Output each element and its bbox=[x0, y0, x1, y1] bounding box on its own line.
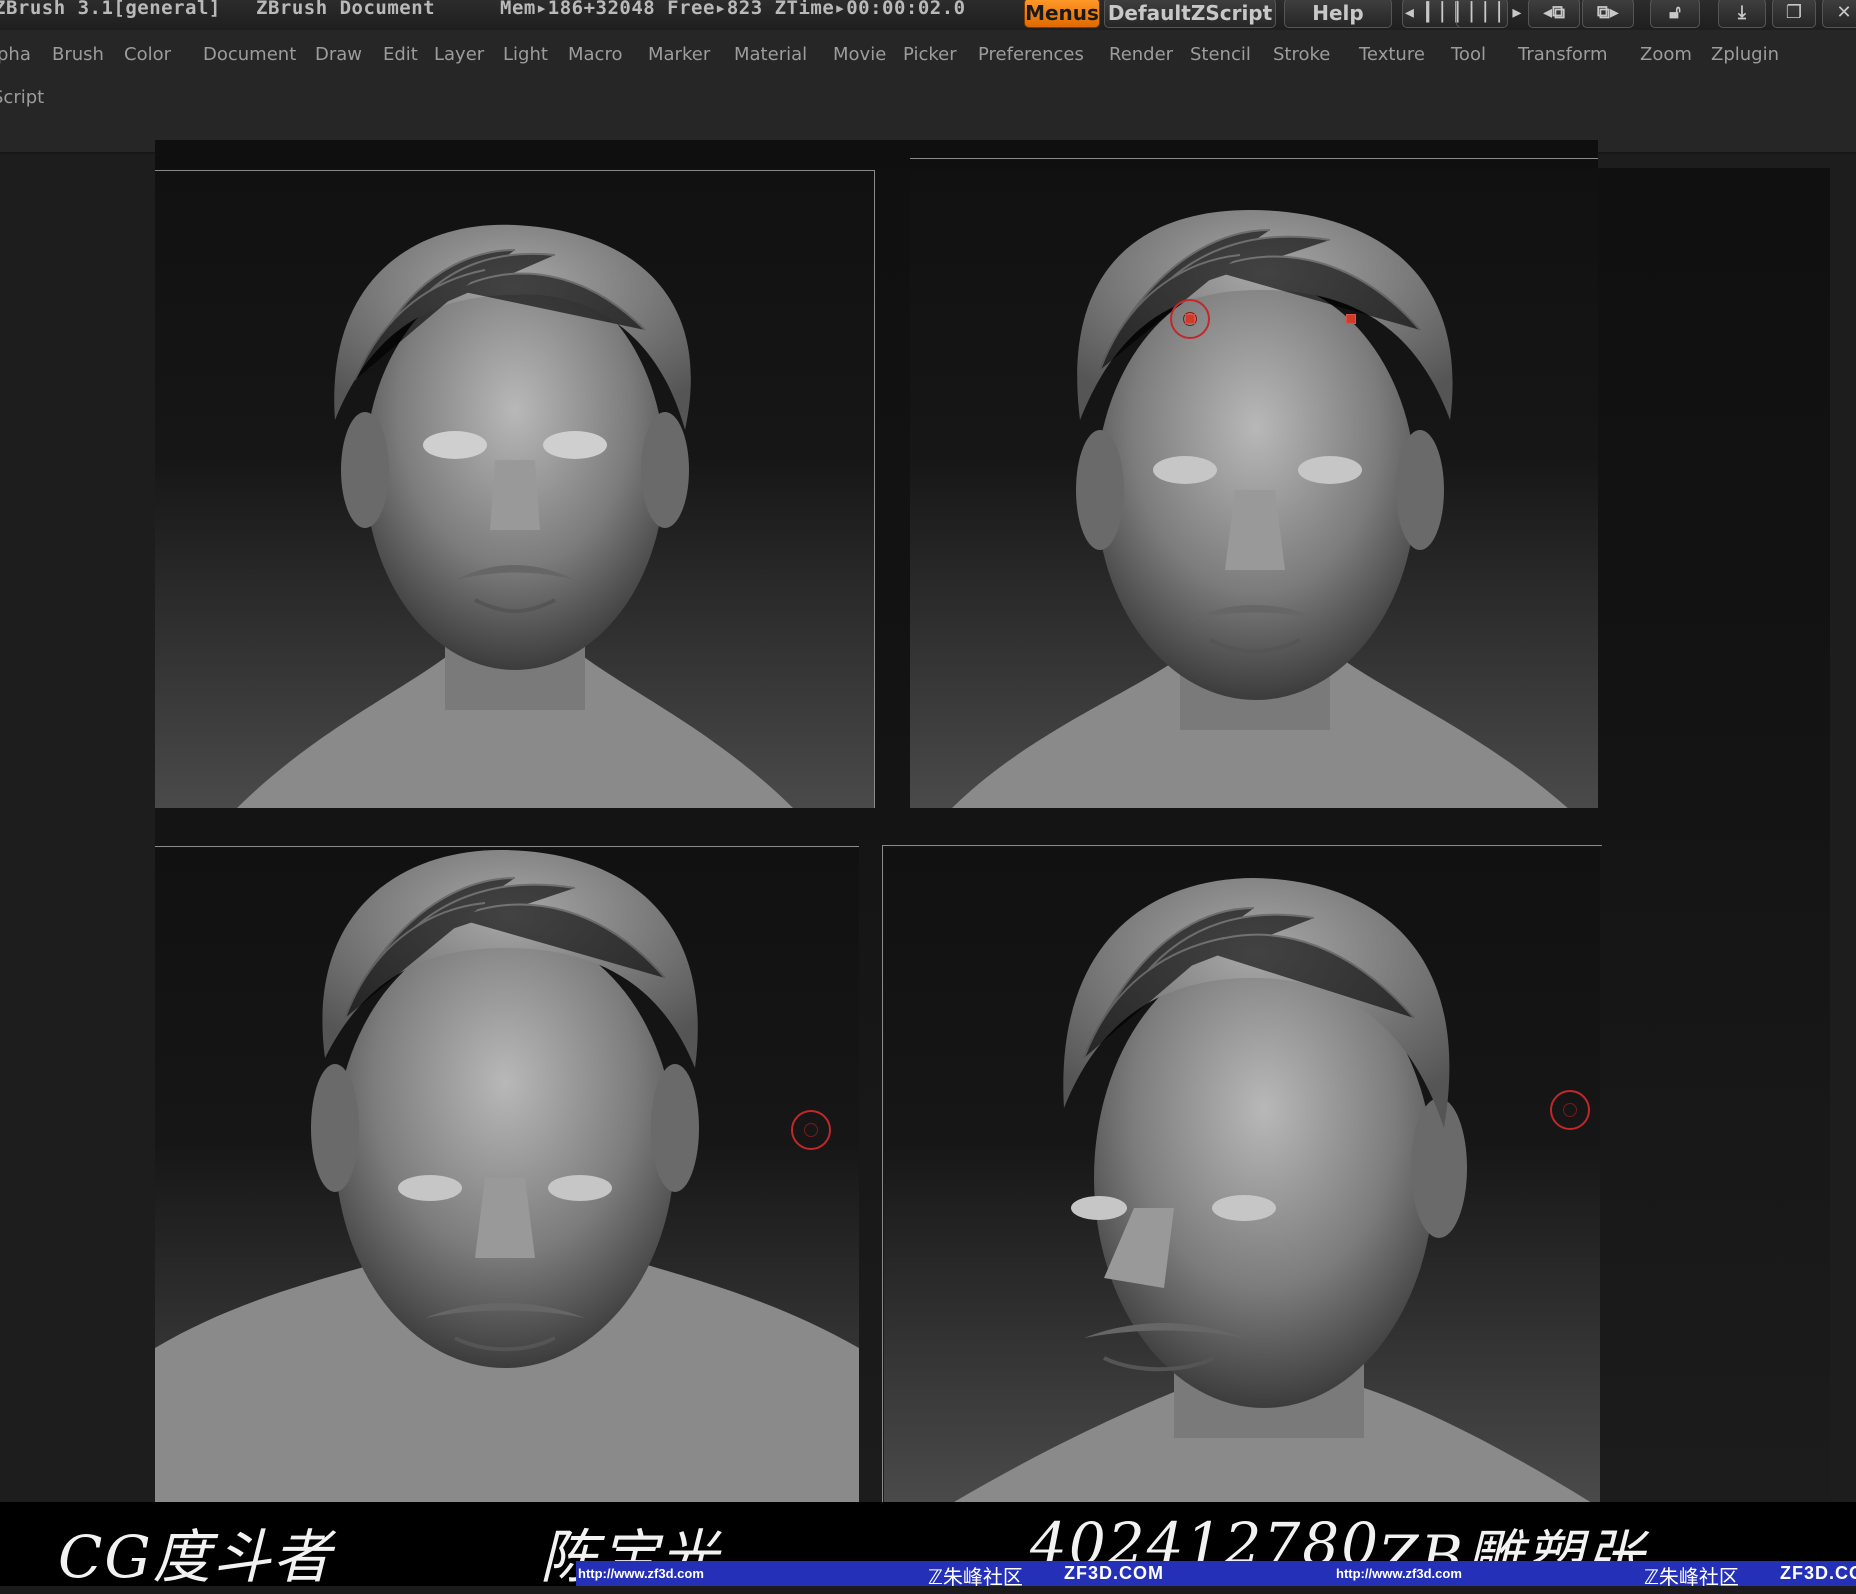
menu-zscript[interactable]: Script bbox=[0, 87, 44, 108]
render-perspective-view bbox=[910, 170, 1598, 808]
menu-layer[interactable]: Layer bbox=[434, 44, 484, 65]
frame-line bbox=[910, 158, 1598, 159]
render-front-view bbox=[155, 170, 875, 808]
lock-icon[interactable]: 🔓︎ bbox=[1650, 0, 1700, 28]
document-title: ZBrush Document bbox=[256, 0, 436, 19]
menu-tool[interactable]: Tool bbox=[1451, 44, 1486, 65]
menu-movie[interactable]: Movie bbox=[833, 44, 886, 65]
menu-stroke[interactable]: Stroke bbox=[1273, 44, 1330, 65]
menu-material[interactable]: Material bbox=[734, 44, 807, 65]
watermark-url: http://www.zf3d.com bbox=[578, 1566, 704, 1581]
menu-zplugin[interactable]: Zplugin bbox=[1711, 44, 1779, 65]
head-sculpt-threequarter bbox=[954, 878, 1591, 1502]
menu-preferences[interactable]: Preferences bbox=[978, 44, 1084, 65]
menu-brush[interactable]: Brush bbox=[52, 44, 104, 65]
watermark-domain: ZF3D.COM bbox=[1780, 1563, 1856, 1583]
menu-stencil[interactable]: Stencil bbox=[1190, 44, 1251, 65]
menu-alpha[interactable]: lpha bbox=[0, 44, 31, 65]
menu-light[interactable]: Light bbox=[503, 44, 548, 65]
scroll-right-icon[interactable]: ▏▏▏▏▸ bbox=[1456, 0, 1521, 28]
layout-icon-2[interactable]: ⧉▸ bbox=[1582, 0, 1634, 28]
close-icon[interactable]: ✕ bbox=[1822, 0, 1856, 28]
menus-button[interactable]: Menus bbox=[1024, 0, 1100, 28]
default-zscript-button[interactable]: DefaultZScript bbox=[1104, 0, 1276, 28]
head-sculpt-perspective bbox=[952, 210, 1568, 808]
menu-picker[interactable]: Picker bbox=[903, 44, 957, 65]
brush-cursor-icon bbox=[1550, 1090, 1590, 1130]
signature-logo: CG度斗者 bbox=[58, 1523, 333, 1591]
menu-render[interactable]: Render bbox=[1109, 44, 1173, 65]
app-title: ZBrush 3.1[general] bbox=[0, 0, 221, 19]
minimize-icon[interactable]: ⤓ bbox=[1718, 0, 1766, 28]
menu-bar: lpha Brush Color Document Draw Edit Laye… bbox=[0, 30, 1856, 154]
menu-macro[interactable]: Macro bbox=[568, 44, 622, 65]
frame-line bbox=[155, 170, 875, 171]
frame-line bbox=[882, 845, 1602, 846]
menu-draw[interactable]: Draw bbox=[315, 44, 362, 65]
layout-icon-1[interactable]: ◂⧉ bbox=[1528, 0, 1580, 28]
watermark-url: http://www.zf3d.com bbox=[1336, 1566, 1462, 1581]
menu-transform[interactable]: Transform bbox=[1518, 44, 1608, 65]
menu-edit[interactable]: Edit bbox=[383, 44, 418, 65]
head-sculpt-lowangle bbox=[155, 849, 859, 1502]
brush-cursor-icon bbox=[791, 1110, 831, 1150]
frame-line bbox=[882, 845, 883, 1502]
marker-dot-icon bbox=[1185, 314, 1195, 324]
watermark-bar: http://www.zf3d.com ℤ朱峰社区 ZF3D.COM http:… bbox=[576, 1561, 1856, 1589]
menu-marker[interactable]: Marker bbox=[648, 44, 710, 65]
marker-dot-icon bbox=[1346, 314, 1356, 324]
frame-line bbox=[155, 846, 859, 847]
title-bar: ZBrush 3.1[general] ZBrush Document Mem▸… bbox=[0, 0, 1856, 30]
head-sculpt-front bbox=[237, 224, 793, 808]
menu-color[interactable]: Color bbox=[124, 44, 171, 65]
render-lowangle-view bbox=[155, 848, 859, 1502]
restore-icon[interactable]: ❐ bbox=[1772, 0, 1816, 28]
render-threequarter-view bbox=[884, 848, 1600, 1502]
menu-zoom[interactable]: Zoom bbox=[1640, 44, 1692, 65]
memory-status: Mem▸186+32048 Free▸823 ZTime▸00:00:02.0 bbox=[500, 0, 966, 19]
watermark-domain: ZF3D.COM bbox=[1064, 1563, 1164, 1583]
menu-document[interactable]: Document bbox=[203, 44, 296, 65]
frame-line bbox=[874, 170, 875, 808]
menu-texture[interactable]: Texture bbox=[1359, 44, 1425, 65]
document-top-strip bbox=[155, 140, 1598, 170]
help-button[interactable]: Help bbox=[1284, 0, 1392, 28]
